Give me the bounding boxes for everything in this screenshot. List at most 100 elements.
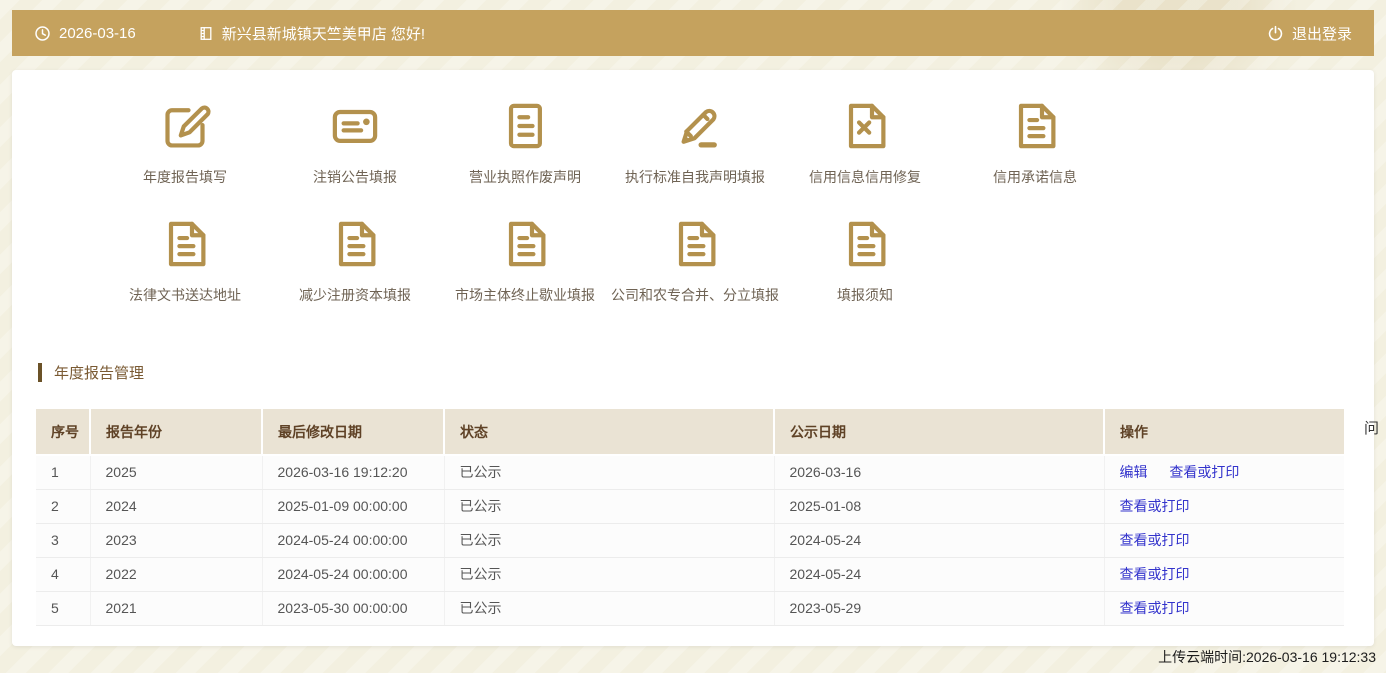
menu-label: 注销公告填报: [313, 169, 397, 185]
menu-label: 执行标准自我声明填报: [625, 169, 765, 185]
cell-modified: 2026-03-16 19:12:20: [262, 455, 445, 490]
col-header-status: 状态: [444, 409, 775, 456]
menu-label: 公司和农专合并、分立填报: [611, 287, 779, 303]
menu-item-standard-declaration[interactable]: 执行标准自我声明填报: [610, 98, 780, 190]
menu-label: 信用信息信用修复: [809, 169, 921, 185]
menu-label: 填报须知: [837, 287, 893, 303]
cell-year: 2025: [90, 455, 263, 490]
menu-label: 减少注册资本填报: [299, 287, 411, 303]
cell-actions: 查看或打印: [1104, 591, 1344, 626]
annual-report-page: { "topbar": { "date": "2026-03-16", "gre…: [0, 0, 1386, 673]
col-header-seq: 序号: [36, 409, 91, 456]
col-header-actions: 操作: [1104, 409, 1344, 456]
menu-item-credit-repair[interactable]: 信用信息信用修复: [780, 98, 950, 190]
menu-row-1: 年度报告填写 注销公告填报 营业执照作废声明 执行标准自我声明填报 信用信息信用…: [100, 70, 1374, 190]
menu-item-business-termination[interactable]: 市场主体终止歇业填报: [440, 216, 610, 308]
menu-label: 年度报告填写: [143, 169, 227, 185]
date-group: 2026-03-16: [34, 25, 136, 42]
doc-lines-icon: [497, 98, 553, 154]
cell-year: 2024: [90, 489, 263, 524]
company-greeting: 新兴县新城镇天竺美甲店 您好!: [221, 25, 426, 43]
menu-item-legal-doc-address[interactable]: 法律文书送达地址: [100, 216, 270, 308]
clock-icon: [34, 25, 51, 42]
menu-item-annual-report[interactable]: 年度报告填写: [100, 98, 270, 190]
cell-year: 2022: [90, 557, 263, 592]
menu-item-filing-instructions[interactable]: 填报须知: [780, 216, 950, 308]
menu-row-2: 法律文书送达地址 减少注册资本填报 市场主体终止歇业填报 公司和农专合并、分立填…: [100, 216, 1374, 308]
edit-link[interactable]: 编辑: [1120, 464, 1148, 480]
cell-modified: 2024-05-24 00:00:00: [262, 523, 445, 558]
greeting-group: 新兴县新城镇天竺美甲店 您好!: [198, 23, 425, 44]
cell-actions: 编辑 查看或打印: [1104, 455, 1344, 490]
edit-square-icon: [157, 98, 213, 154]
cell-seq: 3: [36, 523, 91, 558]
cell-status: 已公示: [444, 557, 775, 592]
menu-label: 法律文书送达地址: [129, 287, 241, 303]
cell-year: 2023: [90, 523, 263, 558]
logout-button[interactable]: 退出登录: [1267, 23, 1352, 44]
annual-report-table: 序号 报告年份 最后修改日期 状态 公示日期 操作 1 2025 2026-03…: [36, 409, 1344, 626]
cell-actions: 查看或打印: [1104, 523, 1344, 558]
table-row: 2 2024 2025-01-09 00:00:00 已公示 2025-01-0…: [36, 489, 1344, 524]
menu-item-license-void[interactable]: 营业执照作废声明: [440, 98, 610, 190]
col-header-year: 报告年份: [90, 409, 263, 456]
cell-status: 已公示: [444, 591, 775, 626]
section-accent-bar: [38, 363, 42, 382]
menu-item-capital-reduction[interactable]: 减少注册资本填报: [270, 216, 440, 308]
menu-item-merger-division[interactable]: 公司和农专合并、分立填报: [610, 216, 780, 308]
view-print-link[interactable]: 查看或打印: [1120, 532, 1190, 548]
cell-status: 已公示: [444, 455, 775, 490]
cell-publish: 2024-05-24: [774, 523, 1105, 558]
table-row: 1 2025 2026-03-16 19:12:20 已公示 2026-03-1…: [36, 455, 1344, 490]
doc-fold-lines-icon: [157, 216, 213, 272]
cell-publish: 2023-05-29: [774, 591, 1105, 626]
col-header-publish: 公示日期: [774, 409, 1105, 456]
col-header-modified: 最后修改日期: [262, 409, 445, 456]
annual-report-table-wrap: 序号 报告年份 最后修改日期 状态 公示日期 操作 1 2025 2026-03…: [36, 409, 1344, 626]
main-card: 年度报告填写 注销公告填报 营业执照作废声明 执行标准自我声明填报 信用信息信用…: [12, 70, 1374, 646]
cell-seq: 4: [36, 557, 91, 592]
doc-x-icon: [837, 98, 893, 154]
current-date: 2026-03-16: [59, 24, 136, 42]
upload-time-status: 上传云端时间:2026-03-16 19:12:33: [1158, 649, 1376, 665]
menu-label: 营业执照作废声明: [469, 169, 581, 185]
cell-actions: 查看或打印: [1104, 489, 1344, 524]
menu-label: 市场主体终止歇业填报: [455, 287, 595, 303]
doc-fold-lines-icon: [1007, 98, 1063, 154]
menu-item-credit-commitment[interactable]: 信用承诺信息: [950, 98, 1120, 190]
cell-modified: 2025-01-09 00:00:00: [262, 489, 445, 524]
side-question-widget[interactable]: 问: [1364, 417, 1386, 438]
view-print-link[interactable]: 查看或打印: [1120, 566, 1190, 582]
view-print-link[interactable]: 查看或打印: [1120, 600, 1190, 616]
organization-icon: [198, 25, 214, 42]
cell-publish: 2026-03-16: [774, 455, 1105, 490]
cell-seq: 1: [36, 455, 91, 490]
cell-year: 2021: [90, 591, 263, 626]
power-icon: [1267, 25, 1284, 42]
table-header-row: 序号 报告年份 最后修改日期 状态 公示日期 操作: [36, 409, 1344, 456]
pencil-underline-icon: [667, 98, 723, 154]
logout-label: 退出登录: [1291, 25, 1352, 43]
doc-fold-lines-icon: [837, 216, 893, 272]
menu-item-cancellation-notice[interactable]: 注销公告填报: [270, 98, 440, 190]
table-row: 5 2021 2023-05-30 00:00:00 已公示 2023-05-2…: [36, 591, 1344, 626]
cell-modified: 2024-05-24 00:00:00: [262, 557, 445, 592]
cell-seq: 5: [36, 591, 91, 626]
cell-seq: 2: [36, 489, 91, 524]
cell-publish: 2024-05-24: [774, 557, 1105, 592]
doc-fold-lines-icon: [327, 216, 383, 272]
topbar: 2026-03-16 新兴县新城镇天竺美甲店 您好! 退出登录: [12, 10, 1374, 56]
table-row: 3 2023 2024-05-24 00:00:00 已公示 2024-05-2…: [36, 523, 1344, 558]
doc-fold-lines-icon: [667, 216, 723, 272]
view-print-link[interactable]: 查看或打印: [1120, 498, 1190, 514]
view-print-link[interactable]: 查看或打印: [1169, 464, 1239, 480]
menu-label: 信用承诺信息: [993, 169, 1077, 185]
cell-publish: 2025-01-08: [774, 489, 1105, 524]
doc-fold-lines-icon: [497, 216, 553, 272]
cell-status: 已公示: [444, 523, 775, 558]
card-lines-icon: [327, 98, 383, 154]
table-row: 4 2022 2024-05-24 00:00:00 已公示 2024-05-2…: [36, 557, 1344, 592]
cell-modified: 2023-05-30 00:00:00: [262, 591, 445, 626]
section-header: 年度报告管理: [38, 362, 1374, 383]
section-title: 年度报告管理: [54, 365, 145, 382]
